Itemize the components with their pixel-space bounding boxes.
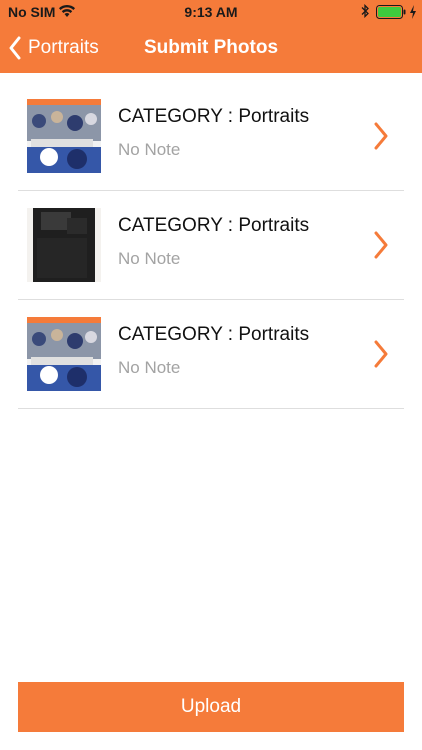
- list-item[interactable]: CATEGORY : Portraits No Note: [18, 300, 404, 409]
- navigation-bar: Portraits Submit Photos: [0, 24, 422, 73]
- item-category: CATEGORY : Portraits: [118, 215, 310, 236]
- item-text: CATEGORY : Portraits No Note: [118, 215, 309, 269]
- charging-icon: [410, 5, 416, 19]
- status-bar: No SIM 9:13 AM: [0, 0, 422, 24]
- battery-icon: [376, 5, 406, 19]
- photo-thumbnail: [27, 208, 101, 282]
- item-text: CATEGORY : Portraits No Note: [118, 324, 309, 378]
- photo-list: CATEGORY : Portraits No Note CATEGORY : …: [18, 82, 404, 409]
- chevron-right-icon: [374, 122, 388, 150]
- photo-thumbnail: [27, 317, 101, 391]
- bluetooth-icon: [361, 4, 369, 18]
- photo-thumbnail: [27, 99, 101, 173]
- chevron-right-icon: [374, 231, 388, 259]
- item-note: No Note: [118, 140, 181, 159]
- header: No SIM 9:13 AM Portraits Submit Photos: [0, 0, 422, 73]
- item-text: CATEGORY : Portraits No Note: [118, 106, 309, 160]
- item-category: CATEGORY : Portraits: [118, 324, 310, 345]
- list-item[interactable]: CATEGORY : Portraits No Note: [18, 191, 404, 300]
- page-title: Submit Photos: [143, 37, 279, 58]
- clock: 9:13 AM: [184, 4, 238, 20]
- list-item[interactable]: CATEGORY : Portraits No Note: [18, 82, 404, 191]
- item-note: No Note: [118, 358, 181, 377]
- item-note: No Note: [118, 249, 181, 268]
- item-category: CATEGORY : Portraits: [118, 106, 310, 127]
- upload-button[interactable]: Upload: [18, 682, 404, 732]
- chevron-right-icon: [374, 340, 388, 368]
